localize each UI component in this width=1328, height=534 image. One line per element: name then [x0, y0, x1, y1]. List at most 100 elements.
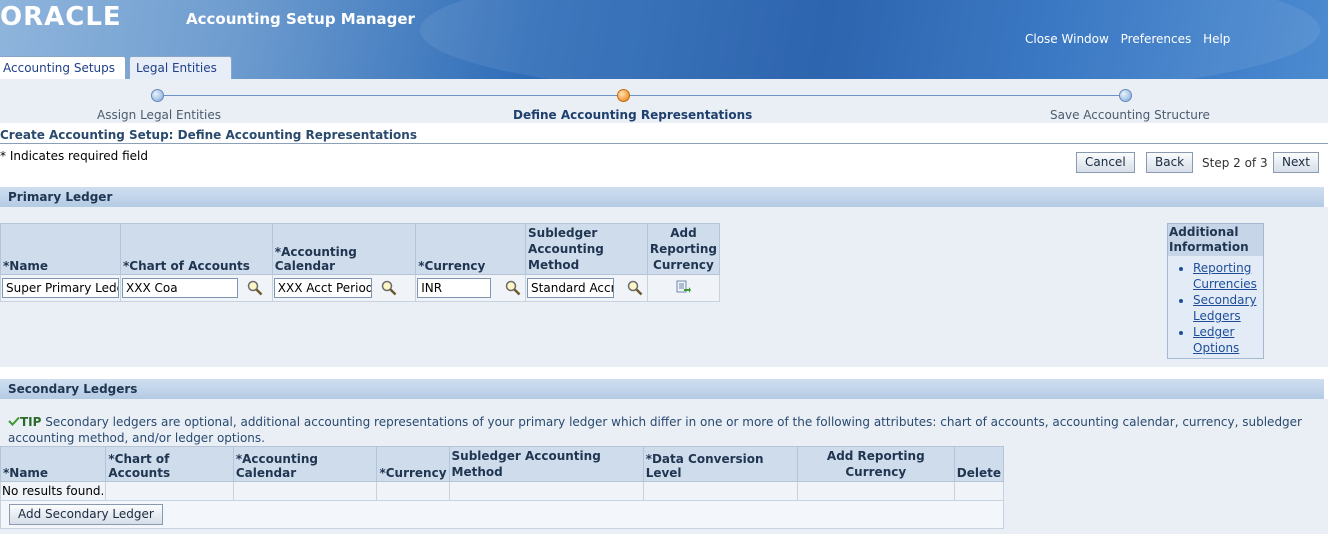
accounting-calendar-input[interactable]: XXX Acct Period: [273, 278, 372, 298]
preferences-link[interactable]: Preferences: [1121, 32, 1192, 46]
ledger-name-input[interactable]: Super Primary Ledger: [2, 278, 119, 298]
header-text: Accounting: [528, 242, 604, 256]
empty-cell: [232, 481, 378, 501]
train-connector: [163, 95, 618, 96]
col-chart-of-accounts: *Chart of Accounts: [105, 446, 234, 482]
col-subledger-accounting-method: Subledger Accounting Method: [448, 446, 644, 482]
empty-results-text: No results found.: [0, 481, 107, 501]
calendar-cell: XXX Acct Period: [271, 274, 417, 302]
currency-input[interactable]: INR: [417, 278, 492, 298]
name-cell: Super Primary Ledger: [0, 274, 121, 302]
chart-of-accounts-input[interactable]: XXX Coa: [122, 278, 238, 298]
col-currency: *Currency: [376, 446, 450, 482]
global-links: Close Window Preferences Help: [1025, 32, 1238, 46]
header-text: Subledger: [528, 226, 598, 240]
link-text[interactable]: Ledger: [1193, 325, 1234, 339]
train-step-2-label: Define Accounting Representations: [513, 108, 753, 122]
link-text[interactable]: Secondary: [1193, 293, 1257, 307]
help-link[interactable]: Help: [1203, 32, 1230, 46]
primary-ledger-header: Primary Ledger: [0, 187, 1324, 207]
tip-message: TIP Secondary ledgers are optional, addi…: [8, 414, 1318, 446]
col-chart-of-accounts: *Chart of Accounts: [120, 223, 273, 275]
add-secondary-ledger-button[interactable]: Add Secondary Ledger: [9, 504, 163, 525]
secondary-ledgers-table: *Name *Chart of Accounts *Accounting Cal…: [0, 446, 1005, 529]
empty-cell: [642, 481, 798, 501]
col-subledger-accounting-method: Subledger Accounting Method: [525, 223, 648, 275]
empty-cell: [105, 481, 234, 501]
additional-information-title: Additional Information: [1168, 224, 1263, 256]
header-text: Method: [451, 465, 503, 479]
empty-cell: [953, 481, 1005, 501]
header-text: Subledger Accounting: [451, 449, 601, 463]
reporting-currencies-link[interactable]: Reporting Currencies: [1193, 261, 1257, 291]
subledger-accounting-method-input[interactable]: Standard Accrual: [527, 278, 615, 298]
sla-cell: Standard Accrual: [525, 274, 648, 302]
link-text[interactable]: Currencies: [1193, 277, 1257, 291]
app-title: Accounting Setup Manager: [186, 10, 415, 28]
search-icon[interactable]: [246, 279, 264, 297]
add-reporting-currency-icon[interactable]: [675, 279, 692, 295]
search-icon[interactable]: [626, 279, 644, 297]
search-icon[interactable]: [380, 279, 398, 297]
train-step-2-icon: [617, 89, 630, 102]
col-accounting-calendar: *Accounting Calendar: [232, 446, 378, 482]
table-footer: Add Secondary Ledger: [0, 500, 1004, 529]
tip-text: Secondary ledgers are optional, addition…: [8, 415, 1302, 445]
list-item: Secondary Ledgers: [1193, 292, 1263, 324]
additional-information-box: Additional Information Reporting Currenci…: [1167, 223, 1264, 359]
header-text: Currency: [653, 258, 714, 272]
back-button[interactable]: Back: [1146, 152, 1194, 173]
additional-information-links: Reporting Currencies Secondary Ledgers Led…: [1168, 260, 1263, 356]
col-data-conversion-level: *Data Conversion Level: [642, 446, 798, 482]
table-row: No results found.: [0, 481, 1005, 501]
tab-legal-entities[interactable]: Legal Entities: [129, 56, 232, 79]
next-button[interactable]: Next: [1273, 152, 1319, 173]
tip-label: TIP: [20, 415, 42, 429]
table-footer-row: Add Secondary Ledger: [0, 500, 1004, 529]
header-text: Add Reporting: [826, 449, 925, 463]
header-text: Method: [528, 258, 580, 272]
list-item: Ledger Options: [1193, 324, 1263, 356]
currency-cell: INR: [415, 274, 527, 302]
col-currency: *Currency: [415, 223, 527, 275]
header-text: Currency: [845, 465, 907, 479]
process-train: Assign Legal Entities Define Accounting …: [0, 79, 1328, 123]
secondary-ledgers-header: Secondary Ledgers: [0, 379, 1324, 399]
col-name: *Name: [0, 446, 107, 482]
coa-cell: XXX Coa: [120, 274, 273, 302]
empty-cell: [796, 481, 955, 501]
train-step-1-label[interactable]: Assign Legal Entities: [97, 108, 221, 122]
header-text: Add: [670, 226, 697, 240]
ledger-options-link[interactable]: Ledger Options: [1193, 325, 1239, 355]
col-accounting-calendar: *Accounting Calendar: [271, 223, 417, 275]
secondary-ledgers-link[interactable]: Secondary Ledgers: [1193, 293, 1257, 323]
page-title: Create Accounting Setup: Define Accounti…: [0, 128, 1328, 144]
col-add-reporting-currency: Add Reporting Currency: [646, 223, 721, 275]
cancel-button[interactable]: Cancel: [1076, 152, 1135, 173]
tab-accounting-setups[interactable]: Accounting Setups: [0, 56, 126, 79]
oracle-logo: ORACLE: [0, 2, 122, 32]
close-window-link[interactable]: Close Window: [1025, 32, 1109, 46]
required-field-note: * Indicates required field: [0, 149, 149, 163]
search-icon[interactable]: [504, 279, 522, 297]
empty-cell: [448, 481, 644, 501]
col-add-reporting-currency: Add Reporting Currency: [796, 446, 955, 482]
tip-check-icon: [8, 416, 20, 426]
step-indicator: Step 2 of 3: [1202, 156, 1268, 170]
list-item: Reporting Currencies: [1193, 260, 1263, 292]
header-text: Reporting: [649, 242, 717, 256]
link-text[interactable]: Options: [1193, 341, 1239, 355]
app-header: ORACLE Accounting Setup Manager Close Wi…: [0, 0, 1328, 79]
link-text[interactable]: Reporting: [1193, 261, 1251, 275]
train-step-1-icon[interactable]: [151, 89, 164, 102]
train-connector: [630, 95, 1119, 96]
col-delete: Delete: [953, 446, 1005, 482]
add-reporting-currency-cell: [646, 274, 721, 302]
link-text[interactable]: Ledgers: [1193, 309, 1241, 323]
primary-ledger-table: *Name *Chart of Accounts *Accounting Cal…: [0, 223, 721, 302]
empty-cell: [376, 481, 450, 501]
table-row: Super Primary Ledger XXX Coa XXX Acct Pe…: [0, 274, 721, 302]
col-name: *Name: [0, 223, 121, 275]
train-step-3-label: Save Accounting Structure: [1050, 108, 1210, 122]
train-step-3-icon: [1119, 89, 1132, 102]
